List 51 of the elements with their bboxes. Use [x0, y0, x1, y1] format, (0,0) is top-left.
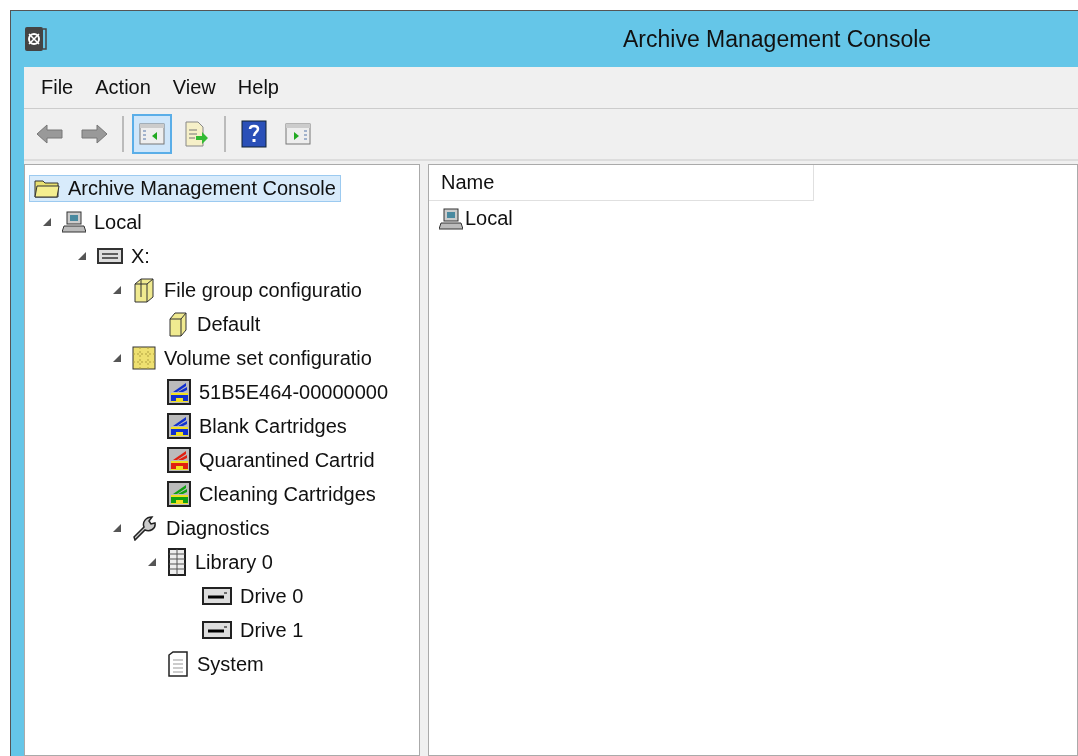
menu-item[interactable]: File — [32, 72, 83, 103]
tree-item[interactable]: Library 0 — [162, 546, 278, 578]
expand-arrow-icon[interactable] — [42, 217, 52, 227]
tape-drive-icon — [202, 587, 232, 605]
expand-arrow-icon[interactable] — [112, 353, 122, 363]
tree-item[interactable]: Cleaning Cartridges — [162, 479, 381, 509]
tree-item[interactable]: Blank Cartridges — [162, 411, 352, 441]
wrench-icon — [132, 515, 158, 541]
tree-item[interactable]: Drive 1 — [197, 616, 309, 644]
menu-item[interactable]: View — [163, 72, 225, 103]
tree-item[interactable]: Local — [57, 208, 147, 236]
help-icon — [241, 120, 267, 148]
tree-item[interactable]: Default — [162, 309, 266, 339]
grid-icon — [132, 346, 156, 370]
cartridge-icon — [167, 379, 191, 405]
back-arrow-icon — [36, 123, 64, 145]
tree-item[interactable]: System — [162, 649, 269, 679]
document-icon — [167, 651, 189, 677]
tree-item[interactable]: X: — [92, 242, 155, 270]
cartridge-icon — [167, 481, 191, 507]
expand-arrow-icon[interactable] — [112, 285, 122, 295]
tape-drive-icon — [202, 621, 232, 639]
expand-arrow-icon[interactable] — [112, 523, 122, 533]
computer-icon — [62, 211, 86, 233]
drive-icon — [97, 247, 123, 265]
tree-item[interactable]: File group configuratio — [127, 275, 367, 305]
expand-arrow-icon[interactable] — [147, 557, 157, 567]
menu-item[interactable]: Help — [228, 72, 288, 103]
window-title: Archive Management Console — [623, 25, 932, 53]
tree-item[interactable]: Quarantined Cartrid — [162, 445, 380, 475]
computer-icon — [439, 207, 463, 230]
tree-item[interactable]: Archive Management Console — [29, 174, 341, 202]
folder-icon — [34, 178, 60, 198]
cabinet-icon — [132, 277, 156, 303]
tree-item[interactable]: 51B5E464-00000000 — [162, 377, 394, 407]
panel-icon — [284, 121, 312, 147]
cabinet-icon — [167, 311, 189, 337]
list-item[interactable]: Local — [429, 201, 523, 236]
cartridge-icon — [167, 447, 191, 473]
tree-item[interactable]: Drive 0 — [197, 582, 309, 610]
rack-icon — [167, 548, 187, 576]
forward-arrow-icon — [80, 123, 108, 145]
column-header[interactable]: Name — [429, 165, 814, 201]
tree-item[interactable]: Volume set configuratio — [127, 344, 377, 372]
tree-item[interactable]: Diagnostics — [127, 513, 275, 543]
app-icon — [25, 27, 47, 51]
expand-arrow-icon[interactable] — [77, 251, 87, 261]
menu-item[interactable]: Action — [86, 72, 160, 103]
export-list-icon — [182, 120, 210, 148]
cartridge-icon — [167, 413, 191, 439]
panel-icon — [138, 121, 166, 147]
